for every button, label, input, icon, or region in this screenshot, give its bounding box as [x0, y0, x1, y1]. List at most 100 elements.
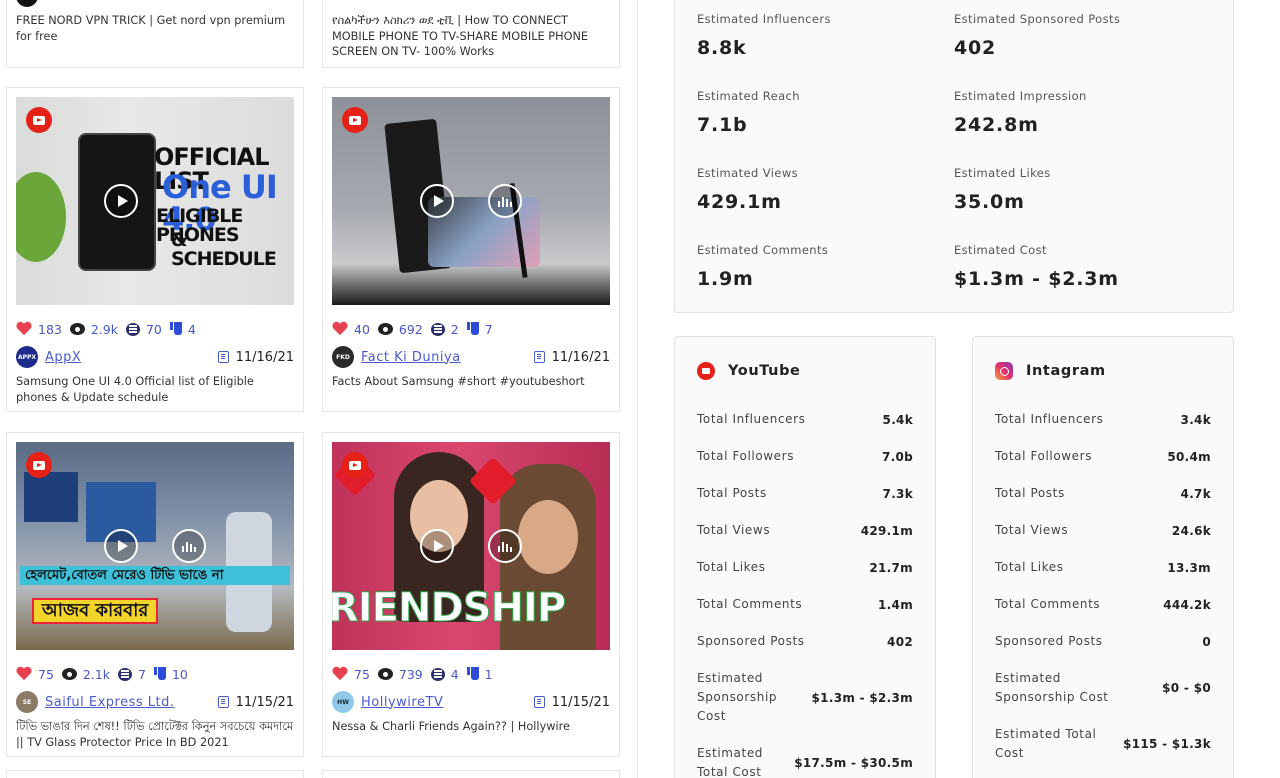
channel-row: HW HollywireTV 11/15/21: [332, 691, 610, 713]
engagement-stats: 75 739 4 1: [332, 665, 501, 683]
thumbnail-text: & SCHEDULE: [171, 229, 277, 270]
dislike-icon: [169, 322, 182, 336]
analytics-icon[interactable]: [488, 529, 522, 563]
video-card[interactable]: RIENDSHIP 75 739 4 1 HW HollywireTV 11/1…: [322, 432, 620, 757]
comment-icon: [125, 322, 140, 336]
estimate-reach: Estimated Reach 7.1b: [697, 89, 800, 136]
channel-link[interactable]: Saiful Express Ltd.: [45, 695, 175, 710]
engagement-stats: 75 2.1k 7 10: [16, 665, 196, 683]
instagram-icon: [995, 362, 1013, 380]
youtube-icon: [26, 452, 52, 478]
heart-icon: [16, 322, 32, 336]
channel-avatar: FKD: [332, 346, 354, 368]
play-icon[interactable]: [104, 184, 138, 218]
play-icon[interactable]: [104, 529, 138, 563]
eye-icon: [61, 668, 77, 680]
calendar-icon: [533, 696, 545, 708]
stat-row: Sponsored Posts 402: [697, 634, 913, 649]
channel-avatar: [16, 0, 38, 7]
video-card[interactable]: 40 692 2 7 FKD Fact Ki Duniya 11/16/21 F…: [322, 87, 620, 412]
stat-row: Total Views 24.6k: [995, 523, 1211, 538]
estimate-cost: Estimated Cost $1.3m - $2.3m: [954, 243, 1119, 290]
estimate-views: Estimated Views 429.1m: [697, 166, 799, 213]
play-icon[interactable]: [420, 529, 454, 563]
column-divider: [637, 0, 638, 778]
stat-row: Estimated Sponsorship Cost $1.3m - $2.3m: [697, 671, 913, 723]
calendar-icon: [217, 351, 229, 363]
youtube-icon: [342, 452, 368, 478]
estimate-comments: Estimated Comments 1.9m: [697, 243, 829, 290]
estimate-likes: Estimated Likes 35.0m: [954, 166, 1051, 213]
eye-icon: [69, 323, 85, 335]
stat-row: Total Likes 21.7m: [697, 560, 913, 575]
video-card[interactable]: OFFICIAL LIST One UI 4.0 ELIGIBLE PHONES…: [6, 87, 304, 412]
engagement-stats: 40 692 2 7: [332, 320, 501, 338]
stat-row: Total Influencers 3.4k: [995, 412, 1211, 427]
stat-row: Total Followers 7.0b: [697, 449, 913, 464]
youtube-header: YouTube: [697, 362, 801, 380]
comment-icon: [118, 667, 133, 681]
video-card[interactable]: [6, 770, 304, 778]
channel-row: APPX AppX 11/16/21: [16, 346, 294, 368]
video-thumbnail[interactable]: OFFICIAL LIST One UI 4.0 ELIGIBLE PHONES…: [16, 97, 294, 305]
dislike-icon: [153, 667, 166, 681]
dislike-icon: [466, 322, 479, 336]
post-date: 11/15/21: [551, 694, 610, 710]
channel-avatar: APPX: [16, 346, 38, 368]
video-description: Facts About Samsung #short #youtubeshort: [332, 375, 585, 388]
channel-row: SE Saiful Express Ltd. 11/15/21: [16, 691, 294, 713]
stat-row: Estimated Total Cost $17.5m - $30.5m: [697, 746, 913, 778]
stat-row: Total Followers 50.4m: [995, 449, 1211, 464]
engagement-stats: 183 2.9k 70 4: [16, 320, 204, 338]
platform-title: YouTube: [728, 363, 801, 379]
video-description: FREE NORD VPN TRICK | Get nord vpn premi…: [16, 14, 286, 43]
video-thumbnail[interactable]: RIENDSHIP: [332, 442, 610, 650]
heart-icon: [332, 322, 348, 336]
estimates-panel: Estimated Influencers 8.8k Estimated Spo…: [674, 0, 1234, 313]
eye-icon: [377, 323, 393, 335]
video-thumbnail[interactable]: হেলমেট,বোতল মেরেও টিভি ভাঙে না আজব কারবা…: [16, 442, 294, 650]
video-description: የስልካችሁን እስክሪን ወደ ቲቪ | How TO CONNECT MOB…: [332, 14, 589, 58]
channel-link[interactable]: HollywireTV: [361, 695, 443, 710]
stat-row: Total Posts 4.7k: [995, 486, 1211, 501]
video-card[interactable]: FREE NORD VPN TRICK | Get nord vpn premi…: [6, 0, 304, 68]
post-date: 11/16/21: [551, 349, 610, 365]
stat-row: Estimated Sponsorship Cost $0 - $0: [995, 671, 1211, 704]
channel-link[interactable]: AppX: [45, 350, 81, 365]
post-date: 11/15/21: [235, 694, 294, 710]
heart-icon: [16, 667, 32, 681]
stat-row: Sponsored Posts 0: [995, 634, 1211, 649]
comment-icon: [430, 322, 445, 336]
stat-row: Total Comments 444.2k: [995, 597, 1211, 612]
stat-row: Total Views 429.1m: [697, 523, 913, 538]
channel-avatar: HW: [332, 691, 354, 713]
video-description: টিভি ভাঙার দিন শেষ!! টিভি প্রোটেক্টর কিন…: [16, 720, 294, 749]
video-description: Nessa & Charli Friends Again?? | Hollywi…: [332, 720, 570, 733]
post-date: 11/16/21: [235, 349, 294, 365]
calendar-icon: [533, 351, 545, 363]
dislike-icon: [466, 667, 479, 681]
analytics-icon[interactable]: [488, 184, 522, 218]
stat-row: Total Posts 7.3k: [697, 486, 913, 501]
channel-link[interactable]: Fact Ki Duniya: [361, 350, 461, 365]
video-thumbnail[interactable]: [332, 97, 610, 305]
stat-row: Total Likes 13.3m: [995, 560, 1211, 575]
estimate-impression: Estimated Impression 242.8m: [954, 89, 1087, 136]
video-card[interactable]: [322, 770, 620, 778]
play-icon[interactable]: [420, 184, 454, 218]
youtube-icon: [697, 362, 715, 380]
thumbnail-text: আজব কারবার: [32, 598, 159, 624]
stat-row: Total Comments 1.4m: [697, 597, 913, 612]
video-grid: FREE NORD VPN TRICK | Get nord vpn premi…: [0, 0, 637, 778]
thumbnail-text: হেলমেট,বোতল মেরেও টিভি ভাঙে না: [20, 566, 290, 585]
youtube-icon: [342, 107, 368, 133]
video-card[interactable]: হেলমেট,বোতল মেরেও টিভি ভাঙে না আজব কারবা…: [6, 432, 304, 757]
calendar-icon: [217, 696, 229, 708]
eye-icon: [377, 668, 393, 680]
channel-avatar: SE: [16, 691, 38, 713]
analytics-icon[interactable]: [172, 529, 206, 563]
estimate-influencers: Estimated Influencers 8.8k: [697, 12, 831, 59]
video-card[interactable]: የስልካችሁን እስክሪን ወደ ቲቪ | How TO CONNECT MOB…: [322, 0, 620, 68]
instagram-panel: Intagram Total Influencers 3.4k Total Fol…: [972, 336, 1234, 778]
comment-icon: [430, 667, 445, 681]
